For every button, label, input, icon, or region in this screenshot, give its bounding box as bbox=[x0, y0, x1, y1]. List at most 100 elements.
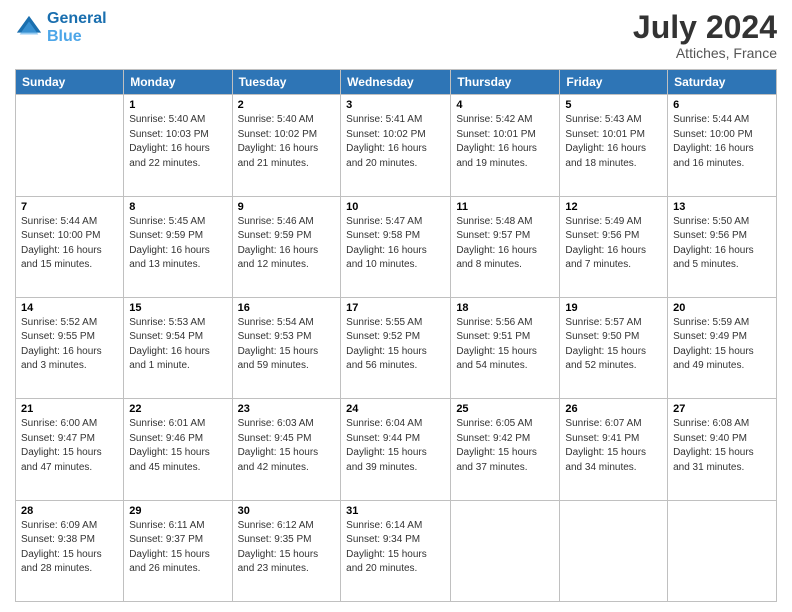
day-info: Sunrise: 5:45 AM Sunset: 9:59 PM Dayligh… bbox=[129, 215, 226, 273]
header-monday: Monday bbox=[124, 70, 232, 95]
calendar-cell: 29Sunrise: 6:11 AM Sunset: 9:37 PM Dayli… bbox=[124, 500, 232, 601]
calendar-cell: 22 Sunrise: 6:01 AM Sunset: 9:46 PM Dayli… bbox=[124, 399, 232, 500]
day-number: 28 bbox=[21, 505, 118, 517]
day-number: 10 bbox=[346, 201, 445, 213]
calendar-cell: 19Sunrise: 5:57 AM Sunset: 9:50 PM Dayli… bbox=[560, 297, 668, 398]
calendar-cell: 3Sunrise: 5:41 AM Sunset: 10:02 PM Dayli… bbox=[341, 95, 451, 196]
day-number: 22 bbox=[129, 403, 226, 415]
day-info: Sunrise: 6:09 AM Sunset: 9:38 PM Dayligh… bbox=[21, 519, 118, 577]
day-number: 23 bbox=[238, 403, 336, 415]
day-number: 19 bbox=[565, 302, 662, 314]
day-info: Sunrise: 5:41 AM Sunset: 10:02 PM Daylig… bbox=[346, 113, 445, 171]
header-sunday: Sunday bbox=[16, 70, 124, 95]
calendar-cell: 13Sunrise: 5:50 AM Sunset: 9:56 PM Dayli… bbox=[668, 196, 777, 297]
calendar-header-row: Sunday Monday Tuesday Wednesday Thursday… bbox=[16, 70, 777, 95]
day-info: Sunrise: 6:12 AM Sunset: 9:35 PM Dayligh… bbox=[238, 519, 336, 577]
calendar-table: Sunday Monday Tuesday Wednesday Thursday… bbox=[15, 69, 777, 602]
day-info: Sunrise: 5:47 AM Sunset: 9:58 PM Dayligh… bbox=[346, 215, 445, 273]
day-info: Sunrise: 6:08 AM Sunset: 9:40 PM Dayligh… bbox=[673, 417, 771, 475]
day-info: Sunrise: 6:03 AM Sunset: 9:45 PM Dayligh… bbox=[238, 417, 336, 475]
calendar-cell: 31 Sunrise: 6:14 AM Sunset: 9:34 PM Dayli… bbox=[341, 500, 451, 601]
calendar-cell: 21 Sunrise: 6:00 AM Sunset: 9:47 PM Dayli… bbox=[16, 399, 124, 500]
day-number: 9 bbox=[238, 201, 336, 213]
calendar-cell: 17 Sunrise: 5:55 AM Sunset: 9:52 PM Dayli… bbox=[341, 297, 451, 398]
day-number: 8 bbox=[129, 201, 226, 213]
day-number: 11 bbox=[456, 201, 554, 213]
day-info: Sunrise: 5:55 AM Sunset: 9:52 PM Dayligh… bbox=[346, 316, 445, 374]
calendar-cell: 11 Sunrise: 5:48 AM Sunset: 9:57 PM Dayli… bbox=[451, 196, 560, 297]
day-number: 30 bbox=[238, 505, 336, 517]
calendar-cell: 16 Sunrise: 5:54 AM Sunset: 9:53 PM Dayli… bbox=[232, 297, 341, 398]
day-number: 13 bbox=[673, 201, 771, 213]
day-number: 2 bbox=[238, 99, 336, 111]
day-number: 25 bbox=[456, 403, 554, 415]
calendar-week-4: 21 Sunrise: 6:00 AM Sunset: 9:47 PM Dayli… bbox=[16, 399, 777, 500]
header-thursday: Thursday bbox=[451, 70, 560, 95]
day-number: 4 bbox=[456, 99, 554, 111]
calendar-cell bbox=[560, 500, 668, 601]
day-info: Sunrise: 6:05 AM Sunset: 9:42 PM Dayligh… bbox=[456, 417, 554, 475]
day-number: 5 bbox=[565, 99, 662, 111]
day-info: Sunrise: 5:46 AM Sunset: 9:59 PM Dayligh… bbox=[238, 215, 336, 273]
day-info: Sunrise: 6:04 AM Sunset: 9:44 PM Dayligh… bbox=[346, 417, 445, 475]
day-number: 31 bbox=[346, 505, 445, 517]
day-info: Sunrise: 5:40 AM Sunset: 10:03 PM Daylig… bbox=[129, 113, 226, 171]
day-info: Sunrise: 5:52 AM Sunset: 9:55 PM Dayligh… bbox=[21, 316, 118, 374]
calendar-week-3: 14Sunrise: 5:52 AM Sunset: 9:55 PM Dayli… bbox=[16, 297, 777, 398]
header-tuesday: Tuesday bbox=[232, 70, 341, 95]
calendar-cell: 10 Sunrise: 5:47 AM Sunset: 9:58 PM Dayli… bbox=[341, 196, 451, 297]
logo-text: General Blue bbox=[47, 10, 107, 45]
calendar-cell: 23 Sunrise: 6:03 AM Sunset: 9:45 PM Dayli… bbox=[232, 399, 341, 500]
day-info: Sunrise: 5:44 AM Sunset: 10:00 PM Daylig… bbox=[21, 215, 118, 273]
calendar-cell: 8 Sunrise: 5:45 AM Sunset: 9:59 PM Daylig… bbox=[124, 196, 232, 297]
calendar-cell: 4 Sunrise: 5:42 AM Sunset: 10:01 PM Dayli… bbox=[451, 95, 560, 196]
day-info: Sunrise: 5:40 AM Sunset: 10:02 PM Daylig… bbox=[238, 113, 336, 171]
day-info: Sunrise: 5:59 AM Sunset: 9:49 PM Dayligh… bbox=[673, 316, 771, 374]
page: General Blue July 2024 Attiches, France … bbox=[0, 0, 792, 612]
calendar-cell: 15Sunrise: 5:53 AM Sunset: 9:54 PM Dayli… bbox=[124, 297, 232, 398]
day-number: 7 bbox=[21, 201, 118, 213]
day-number: 18 bbox=[456, 302, 554, 314]
calendar-cell bbox=[451, 500, 560, 601]
calendar-cell: 28 Sunrise: 6:09 AM Sunset: 9:38 PM Dayli… bbox=[16, 500, 124, 601]
calendar-cell: 24 Sunrise: 6:04 AM Sunset: 9:44 PM Dayli… bbox=[341, 399, 451, 500]
day-number: 15 bbox=[129, 302, 226, 314]
day-info: Sunrise: 6:07 AM Sunset: 9:41 PM Dayligh… bbox=[565, 417, 662, 475]
calendar-cell bbox=[668, 500, 777, 601]
logo: General Blue bbox=[15, 10, 107, 45]
day-info: Sunrise: 5:54 AM Sunset: 9:53 PM Dayligh… bbox=[238, 316, 336, 374]
day-number: 24 bbox=[346, 403, 445, 415]
title-block: July 2024 Attiches, France bbox=[633, 10, 777, 61]
calendar-week-5: 28 Sunrise: 6:09 AM Sunset: 9:38 PM Dayli… bbox=[16, 500, 777, 601]
day-number: 1 bbox=[129, 99, 226, 111]
calendar-cell: 5Sunrise: 5:43 AM Sunset: 10:01 PM Dayli… bbox=[560, 95, 668, 196]
calendar-cell: 26 Sunrise: 6:07 AM Sunset: 9:41 PM Dayli… bbox=[560, 399, 668, 500]
calendar-cell: 12Sunrise: 5:49 AM Sunset: 9:56 PM Dayli… bbox=[560, 196, 668, 297]
calendar-cell: 14Sunrise: 5:52 AM Sunset: 9:55 PM Dayli… bbox=[16, 297, 124, 398]
calendar-cell: 6 Sunrise: 5:44 AM Sunset: 10:00 PM Dayli… bbox=[668, 95, 777, 196]
day-number: 17 bbox=[346, 302, 445, 314]
calendar-cell: 20 Sunrise: 5:59 AM Sunset: 9:49 PM Dayli… bbox=[668, 297, 777, 398]
day-info: Sunrise: 6:00 AM Sunset: 9:47 PM Dayligh… bbox=[21, 417, 118, 475]
day-info: Sunrise: 5:42 AM Sunset: 10:01 PM Daylig… bbox=[456, 113, 554, 171]
day-info: Sunrise: 6:14 AM Sunset: 9:34 PM Dayligh… bbox=[346, 519, 445, 577]
day-info: Sunrise: 6:01 AM Sunset: 9:46 PM Dayligh… bbox=[129, 417, 226, 475]
day-info: Sunrise: 5:44 AM Sunset: 10:00 PM Daylig… bbox=[673, 113, 771, 171]
header-wednesday: Wednesday bbox=[341, 70, 451, 95]
day-number: 16 bbox=[238, 302, 336, 314]
calendar-cell: 9 Sunrise: 5:46 AM Sunset: 9:59 PM Daylig… bbox=[232, 196, 341, 297]
day-number: 26 bbox=[565, 403, 662, 415]
calendar-cell: 1 Sunrise: 5:40 AM Sunset: 10:03 PM Dayli… bbox=[124, 95, 232, 196]
day-info: Sunrise: 5:56 AM Sunset: 9:51 PM Dayligh… bbox=[456, 316, 554, 374]
day-number: 27 bbox=[673, 403, 771, 415]
calendar-cell: 27 Sunrise: 6:08 AM Sunset: 9:40 PM Dayli… bbox=[668, 399, 777, 500]
calendar-cell bbox=[16, 95, 124, 196]
day-info: Sunrise: 5:49 AM Sunset: 9:56 PM Dayligh… bbox=[565, 215, 662, 273]
calendar-body: 1 Sunrise: 5:40 AM Sunset: 10:03 PM Dayli… bbox=[16, 95, 777, 602]
day-number: 21 bbox=[21, 403, 118, 415]
day-info: Sunrise: 6:11 AM Sunset: 9:37 PM Dayligh… bbox=[129, 519, 226, 577]
calendar-cell: 2 Sunrise: 5:40 AM Sunset: 10:02 PM Dayli… bbox=[232, 95, 341, 196]
day-number: 6 bbox=[673, 99, 771, 111]
day-info: Sunrise: 5:48 AM Sunset: 9:57 PM Dayligh… bbox=[456, 215, 554, 273]
day-number: 20 bbox=[673, 302, 771, 314]
